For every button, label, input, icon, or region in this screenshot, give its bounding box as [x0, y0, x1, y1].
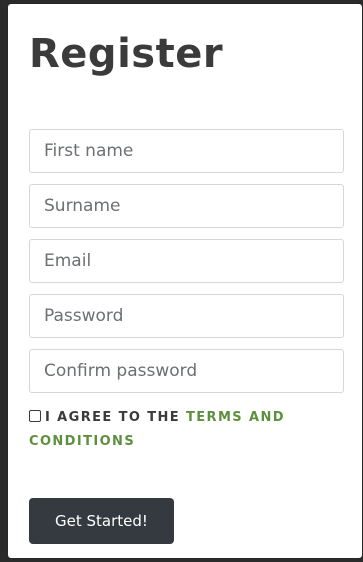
- register-card: Register I AGREE TO THE TERMS AND CONDIT…: [8, 4, 362, 558]
- agree-label: I AGREE TO THE: [45, 410, 186, 425]
- first-name-field[interactable]: [29, 129, 344, 173]
- email-field[interactable]: [29, 239, 344, 283]
- agree-checkbox[interactable]: [29, 410, 41, 422]
- surname-field[interactable]: [29, 184, 344, 228]
- page-title: Register: [29, 31, 224, 77]
- get-started-button[interactable]: Get Started!: [29, 498, 174, 544]
- password-field[interactable]: [29, 294, 344, 338]
- confirm-password-field[interactable]: [29, 349, 344, 393]
- terms-agreement: I AGREE TO THE TERMS AND CONDITIONS: [29, 406, 349, 454]
